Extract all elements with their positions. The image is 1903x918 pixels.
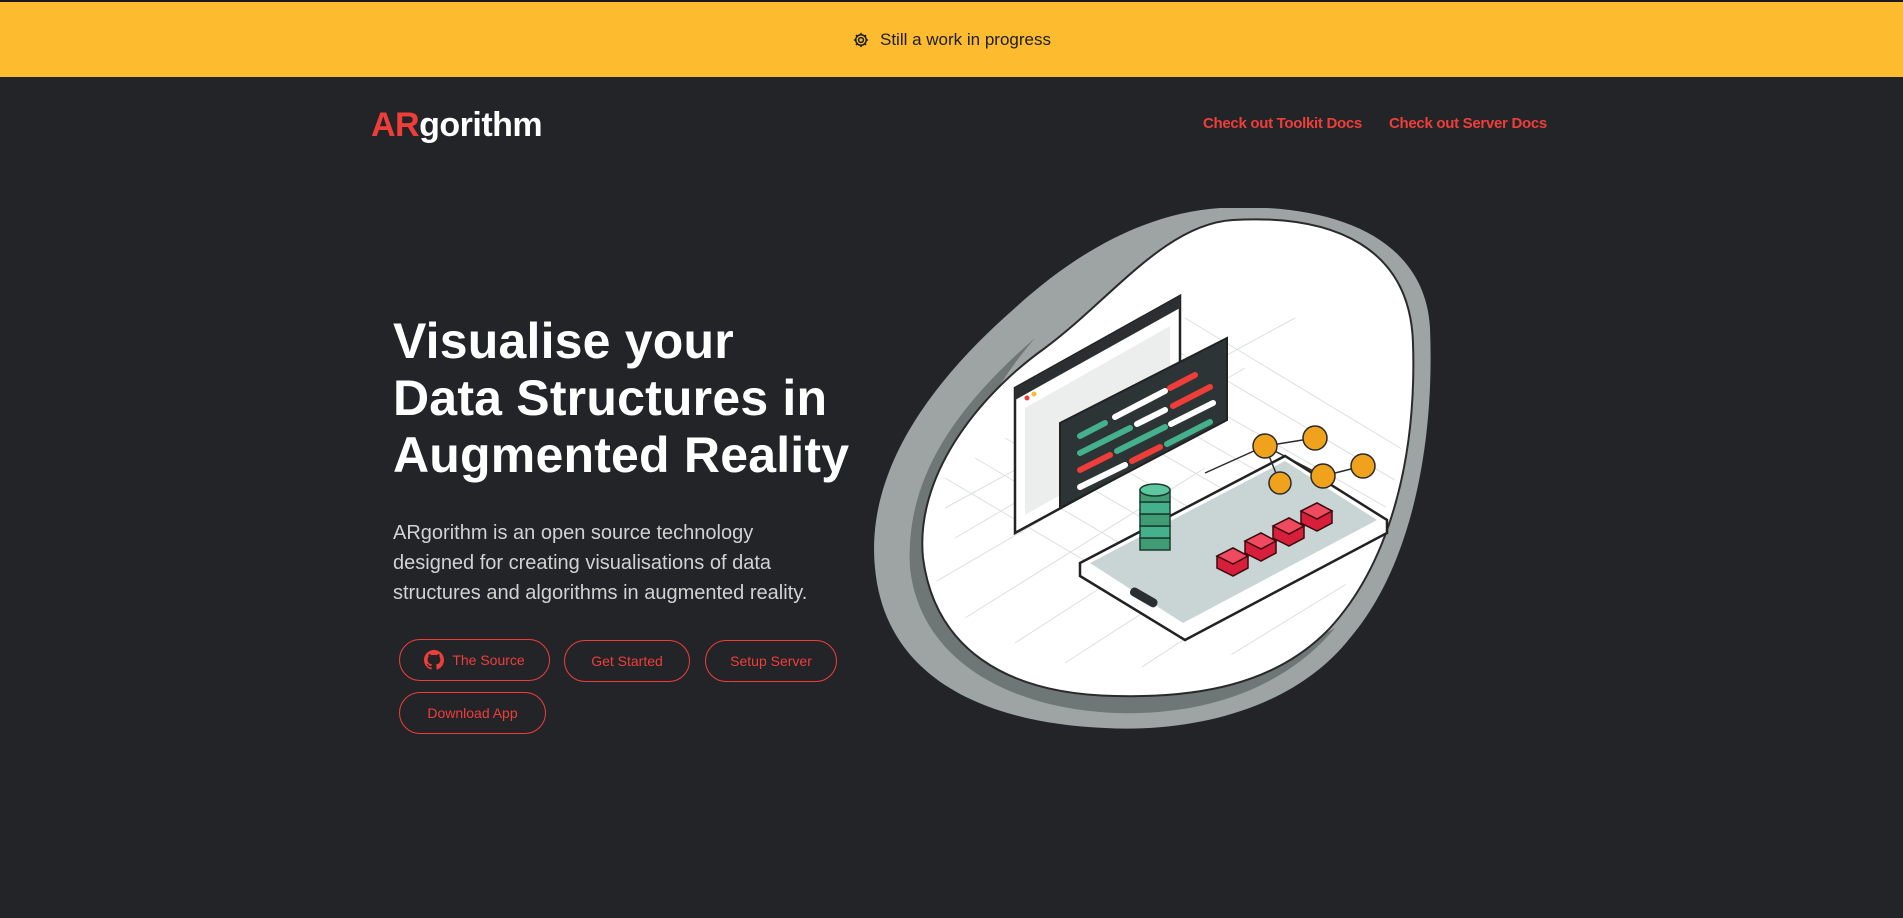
logo[interactable]: ARgorithm — [371, 106, 543, 145]
announcement-banner: Still a work in progress — [0, 0, 1903, 77]
nav-toolkit-docs-link[interactable]: Check out Toolkit Docs — [1203, 115, 1362, 132]
hero-headline: Visualise your Data Structures in Augmen… — [393, 313, 850, 483]
setup-server-button[interactable]: Setup Server — [705, 640, 837, 682]
nav-server-docs-link[interactable]: Check out Server Docs — [1389, 115, 1547, 132]
source-button[interactable]: The Source — [399, 639, 550, 681]
banner-text: Still a work in progress — [879, 29, 1051, 49]
get-started-button[interactable]: Get Started — [564, 640, 690, 682]
hero-illustration — [874, 208, 1431, 729]
logo-accent: AR — [371, 106, 420, 144]
source-button-label: The Source — [452, 652, 525, 668]
download-app-button[interactable]: Download App — [399, 692, 546, 734]
logo-rest: gorithm — [419, 106, 543, 144]
hero-description: ARgorithm is an open source technology d… — [393, 522, 808, 604]
github-icon — [424, 650, 445, 670]
gear-icon — [853, 32, 869, 47]
